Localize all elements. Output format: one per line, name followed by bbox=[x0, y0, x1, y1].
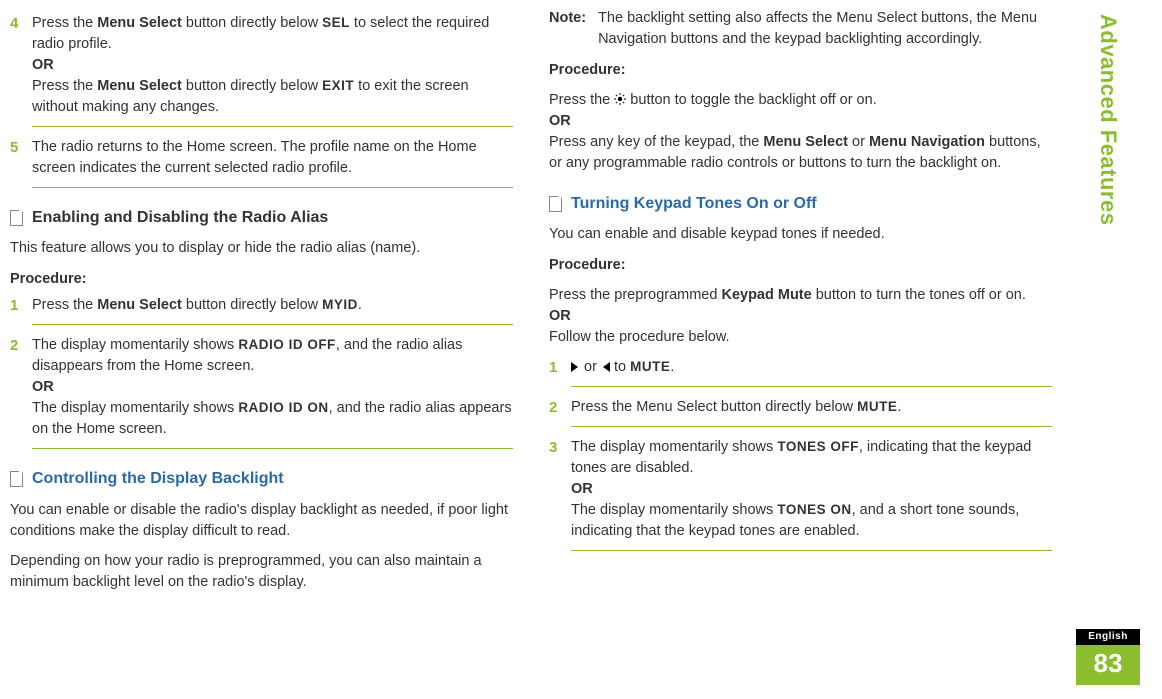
or-label: OR bbox=[549, 308, 571, 324]
procedure-label: Procedure: bbox=[10, 269, 513, 290]
step4-text: Press the Menu Select button directly be… bbox=[32, 15, 489, 52]
alias-intro: This feature allows you to display or hi… bbox=[10, 238, 513, 259]
backlight-p2: Depending on how your radio is preprogra… bbox=[10, 551, 513, 593]
note-text: The backlight setting also affects the M… bbox=[598, 8, 1052, 50]
or-label: OR bbox=[549, 113, 571, 129]
step-number: 1 bbox=[549, 357, 557, 379]
left-column: 4 Press the Menu Select button directly … bbox=[10, 8, 513, 602]
tones-step-1: 1 or to MUTE. bbox=[549, 357, 1052, 387]
step-number: 5 bbox=[10, 137, 18, 159]
page-icon bbox=[549, 196, 563, 212]
alias-step-1: 1 Press the Menu Select button directly … bbox=[10, 295, 513, 325]
tones-on-code: TONES ON bbox=[777, 502, 851, 517]
procedure-label: Procedure: bbox=[549, 60, 1052, 81]
step-number: 1 bbox=[10, 295, 18, 317]
tones-step-2: 2 Press the Menu Select button directly … bbox=[549, 397, 1052, 427]
step-number: 2 bbox=[10, 335, 18, 357]
tones-off-code: TONES OFF bbox=[777, 439, 859, 454]
or-label: OR bbox=[571, 481, 593, 497]
section-heading-tones: Turning Keypad Tones On or Off bbox=[549, 192, 1052, 215]
alias-step-2: 2 The display momentarily shows RADIO ID… bbox=[10, 335, 513, 449]
note-block: Note: The backlight setting also affects… bbox=[549, 8, 1052, 50]
tones-press: Press the preprogrammed Keypad Mute butt… bbox=[549, 285, 1052, 348]
section-title: Enabling and Disabling the Radio Alias bbox=[32, 206, 328, 229]
menu-navigation-label: Menu Navigation bbox=[869, 134, 985, 150]
page-columns: 4 Press the Menu Select button directly … bbox=[10, 8, 1052, 602]
tones-step-3: 3 The display momentarily shows TONES OF… bbox=[549, 437, 1052, 551]
note-label: Note: bbox=[549, 8, 586, 50]
procedure-label: Procedure: bbox=[549, 255, 1052, 276]
mute-code: MUTE bbox=[857, 399, 897, 414]
section-heading-backlight: Controlling the Display Backlight bbox=[10, 467, 513, 490]
arrow-right-icon bbox=[571, 362, 578, 372]
step-number: 2 bbox=[549, 397, 557, 419]
section-title: Turning Keypad Tones On or Off bbox=[571, 192, 817, 215]
myid-code: MYID bbox=[322, 297, 358, 312]
step-5: 5 The radio returns to the Home screen. … bbox=[10, 137, 513, 188]
page-icon bbox=[10, 471, 24, 487]
step-number: 3 bbox=[549, 437, 557, 459]
menu-select-label: Menu Select bbox=[97, 297, 182, 313]
menu-select-label: Menu Select bbox=[97, 78, 182, 94]
page-badge: English 83 bbox=[1076, 629, 1140, 685]
language-label: English bbox=[1076, 629, 1140, 646]
sel-code: SEL bbox=[322, 15, 350, 30]
step4-text-2: Press the Menu Select button directly be… bbox=[32, 78, 469, 115]
step-4: 4 Press the Menu Select button directly … bbox=[10, 13, 513, 127]
radio-id-on-code: RADIO ID ON bbox=[238, 400, 328, 415]
section-heading-alias: Enabling and Disabling the Radio Alias bbox=[10, 206, 513, 229]
mute-code: MUTE bbox=[630, 359, 670, 374]
sidebar: Advanced Features English 83 bbox=[1078, 10, 1138, 689]
menu-select-label: Menu Select bbox=[97, 15, 182, 31]
page-number: 83 bbox=[1076, 645, 1140, 685]
radio-id-off-code: RADIO ID OFF bbox=[238, 337, 336, 352]
keypad-mute-label: Keypad Mute bbox=[721, 287, 811, 303]
menu-select-label: Menu Select bbox=[763, 134, 848, 150]
or-label: OR bbox=[32, 57, 54, 73]
tones-intro: You can enable and disable keypad tones … bbox=[549, 224, 1052, 245]
or-label: OR bbox=[32, 379, 54, 395]
step-number: 4 bbox=[10, 13, 18, 35]
right-column: Note: The backlight setting also affects… bbox=[549, 8, 1052, 602]
backlight-p1: You can enable or disable the radio's di… bbox=[10, 500, 513, 542]
section-title: Controlling the Display Backlight bbox=[32, 467, 284, 490]
light-icon bbox=[614, 91, 626, 103]
arrow-left-icon bbox=[603, 362, 610, 372]
backlight-press: Press the button to toggle the backlight… bbox=[549, 90, 1052, 174]
page-icon bbox=[10, 210, 24, 226]
step5-text: The radio returns to the Home screen. Th… bbox=[32, 139, 477, 176]
section-title-vertical: Advanced Features bbox=[1092, 14, 1124, 225]
exit-code: EXIT bbox=[322, 78, 354, 93]
